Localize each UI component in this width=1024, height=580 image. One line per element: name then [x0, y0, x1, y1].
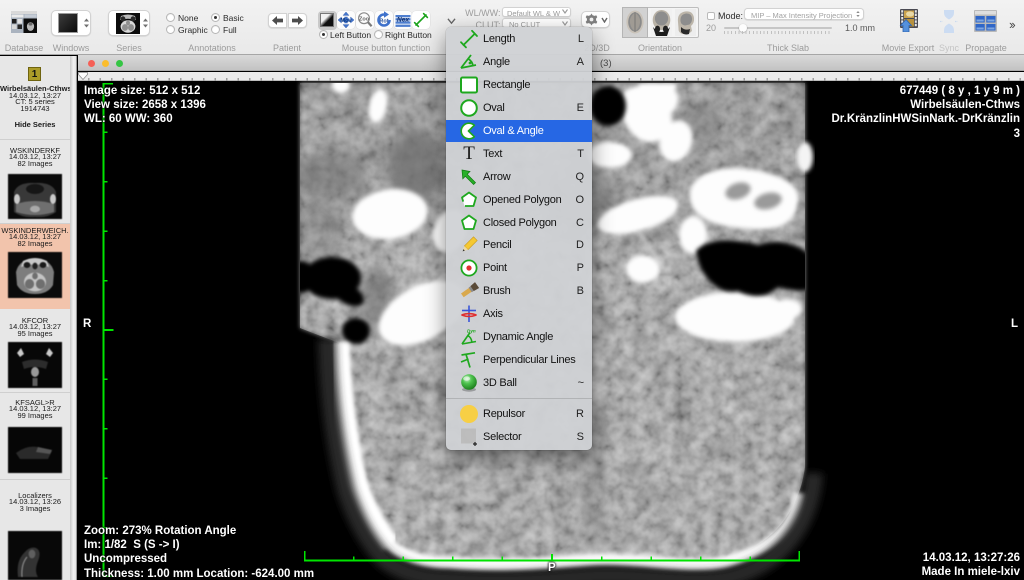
- svg-text:Mov: Mov: [341, 18, 353, 24]
- svg-text:Dyn: Dyn: [467, 329, 476, 334]
- svg-text:Zoo: Zoo: [359, 17, 370, 23]
- svg-text:Nex: Nex: [397, 16, 409, 23]
- svg-text:Rot: Rot: [379, 18, 388, 24]
